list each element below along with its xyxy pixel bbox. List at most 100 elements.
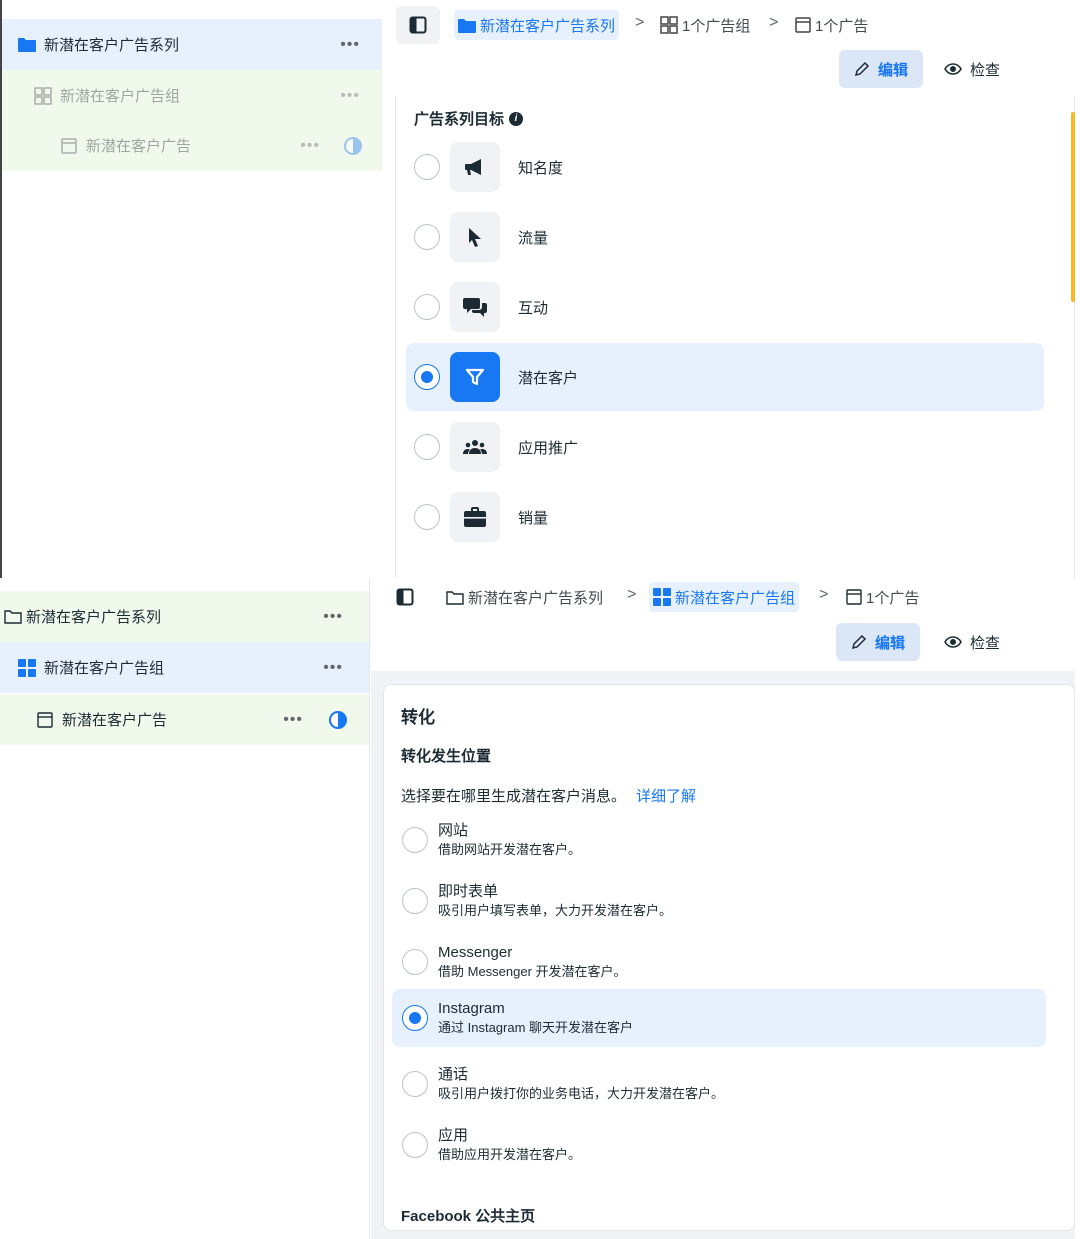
conversion-prompt: 选择要在哪里生成潜在客户消息。 详细了解 bbox=[401, 785, 696, 806]
inspect-button[interactable]: 检查 bbox=[944, 623, 1000, 661]
tree-item-adset[interactable]: 新潜在客户广告组 ••• bbox=[0, 642, 369, 693]
objective-heading: 广告系列目标 i bbox=[414, 108, 524, 129]
tree-item-campaign[interactable]: 新潜在客户广告系列 ••• bbox=[2, 19, 382, 70]
radio-button[interactable] bbox=[402, 1071, 428, 1097]
radio-button[interactable] bbox=[414, 364, 440, 390]
half-circle-status-icon bbox=[329, 710, 347, 729]
objective-option-traffic[interactable]: 流量 bbox=[406, 203, 1044, 271]
option-desc: 通过 Instagram 聊天开发潜在客户 bbox=[438, 1020, 634, 1035]
tree-item-ad[interactable]: 新潜在客户广告 ••• bbox=[0, 694, 369, 745]
scroll-indicator[interactable] bbox=[1071, 112, 1075, 302]
breadcrumb-campaign[interactable]: 新潜在客户广告系列 bbox=[454, 10, 620, 40]
radio-button[interactable] bbox=[414, 434, 440, 460]
option-desc: 借助应用开发潜在客户。 bbox=[438, 1147, 582, 1162]
radio-button[interactable] bbox=[402, 1132, 428, 1158]
more-options-icon[interactable]: ••• bbox=[340, 36, 360, 54]
conversion-card: 转化 转化发生位置 选择要在哪里生成潜在客户消息。 详细了解 网站 借助网站开发潜在… bbox=[383, 684, 1075, 1231]
objective-option-leads[interactable]: 潜在客户 bbox=[406, 343, 1044, 411]
radio-button[interactable] bbox=[402, 827, 428, 853]
chevron-right-icon: > bbox=[635, 14, 645, 31]
more-options-icon[interactable]: ••• bbox=[340, 87, 360, 105]
cursor-icon bbox=[450, 212, 500, 262]
sidebar-toggle-icon bbox=[409, 16, 427, 34]
ad-page-icon bbox=[60, 137, 78, 155]
sidebar-toggle-icon bbox=[396, 588, 414, 606]
structure-sidebar: 新潜在客户广告系列 ••• 新潜在客户广告组 ••• 新潜在客户广告 ••• bbox=[0, 578, 370, 1239]
conversion-option-instagram[interactable]: Instagram 通过 Instagram 聊天开发潜在客户 bbox=[392, 989, 1046, 1047]
chevron-right-icon: > bbox=[769, 14, 779, 31]
breadcrumb-ad[interactable]: 1个广告 bbox=[791, 10, 872, 40]
radio-button[interactable] bbox=[414, 154, 440, 180]
radio-button[interactable] bbox=[402, 1005, 428, 1031]
radio-button[interactable] bbox=[414, 294, 440, 320]
facebook-page-heading: Facebook 公共主页 bbox=[401, 1208, 536, 1225]
objective-option-sales[interactable]: 销量 bbox=[406, 483, 1044, 551]
breadcrumb-adset[interactable]: 新潜在客户广告组 bbox=[649, 582, 800, 612]
breadcrumb-label: 新潜在客户广告组 bbox=[675, 589, 796, 607]
structure-sidebar: 新潜在客户广告系列 ••• 新潜在客户广告组 ••• 新潜在客户广告 ••• bbox=[0, 0, 382, 578]
option-title: 网站 bbox=[438, 822, 469, 839]
top-toolbar: 新潜在客户广告系列 > 新潜在客户广告组 > 1个广告 编辑 检查 bbox=[371, 578, 1075, 678]
pencil-icon bbox=[851, 634, 867, 650]
conversion-option-instant-form[interactable]: 即时表单 吸引用户填写表单，大力开发潜在客户。 bbox=[392, 872, 1046, 930]
objective-label: 应用推广 bbox=[518, 439, 579, 457]
edit-button[interactable]: 编辑 bbox=[836, 623, 920, 661]
option-title: 应用 bbox=[438, 1127, 469, 1144]
objective-label: 潜在客户 bbox=[518, 369, 579, 387]
info-icon[interactable]: i bbox=[509, 111, 524, 126]
pencil-icon bbox=[854, 61, 870, 77]
option-desc: 吸引用户拨打你的业务电话，大力开发潜在客户。 bbox=[438, 1086, 725, 1101]
option-title: 通话 bbox=[438, 1066, 469, 1083]
main-content: 新潜在客户广告系列 > 1个广告组 > 1个广告 编辑 检查 广告系列目标 i … bbox=[383, 0, 1075, 578]
folder-icon bbox=[18, 36, 36, 54]
objective-option-engagement[interactable]: 互动 bbox=[406, 273, 1044, 341]
tree-item-label: 新潜在客户广告系列 bbox=[44, 37, 180, 54]
breadcrumb-label: 1个广告 bbox=[866, 589, 920, 607]
objective-label: 销量 bbox=[518, 509, 549, 527]
more-options-icon[interactable]: ••• bbox=[300, 137, 320, 155]
breadcrumb-campaign[interactable]: 新潜在客户广告系列 bbox=[442, 582, 607, 612]
tree-item-label: 新潜在客户广告组 bbox=[60, 88, 181, 105]
objective-heading-text: 广告系列目标 bbox=[414, 111, 505, 128]
grid-icon bbox=[660, 16, 678, 34]
breadcrumb-adset[interactable]: 1个广告组 bbox=[656, 10, 754, 40]
inspect-button[interactable]: 检查 bbox=[944, 50, 1000, 88]
more-options-icon[interactable]: ••• bbox=[283, 711, 303, 729]
more-options-icon[interactable]: ••• bbox=[323, 659, 343, 677]
breadcrumb-label: 新潜在客户广告系列 bbox=[468, 589, 604, 607]
tree-item-ad[interactable]: 新潜在客户广告 ••• bbox=[2, 120, 382, 171]
radio-button[interactable] bbox=[402, 949, 428, 975]
option-desc: 借助网站开发潜在客户。 bbox=[438, 842, 582, 857]
folder-outline-icon bbox=[446, 590, 464, 605]
tree-item-campaign[interactable]: 新潜在客户广告系列 ••• bbox=[0, 591, 369, 642]
conversion-option-website[interactable]: 网站借助网站开发潜在客户。 bbox=[392, 811, 1046, 869]
objective-label: 流量 bbox=[518, 229, 549, 247]
radio-button[interactable] bbox=[414, 224, 440, 250]
chat-bubbles-icon bbox=[450, 282, 500, 332]
conversion-option-call[interactable]: 通话吸引用户拨打你的业务电话，大力开发潜在客户。 bbox=[392, 1055, 1046, 1113]
sidebar-toggle-button[interactable] bbox=[396, 6, 440, 44]
conversion-option-app[interactable]: 应用借助应用开发潜在客户。 bbox=[392, 1116, 1046, 1174]
option-title: Messenger bbox=[438, 944, 513, 961]
more-options-icon[interactable]: ••• bbox=[323, 608, 343, 626]
edit-button[interactable]: 编辑 bbox=[839, 50, 923, 88]
sidebar-toggle-button[interactable] bbox=[383, 579, 427, 615]
conversion-option-messenger[interactable]: Messenger 借助 Messenger 开发潜在客户。 bbox=[392, 933, 1046, 991]
objective-option-awareness[interactable]: 知名度 bbox=[406, 133, 1044, 201]
breadcrumb-ad[interactable]: 1个广告 bbox=[842, 582, 923, 612]
objective-option-app-promotion[interactable]: 应用推广 bbox=[406, 413, 1044, 481]
tree-item-label: 新潜在客户广告 bbox=[62, 712, 168, 729]
option-desc: 借助 Messenger 开发潜在客户。 bbox=[438, 964, 627, 979]
breadcrumb-label: 新潜在客户广告系列 bbox=[480, 17, 616, 35]
learn-more-link[interactable]: 详细了解 bbox=[636, 788, 696, 805]
people-icon bbox=[450, 422, 500, 472]
top-toolbar: 新潜在客户广告系列 > 1个广告组 > 1个广告 编辑 检查 bbox=[383, 0, 1075, 100]
radio-button[interactable] bbox=[402, 888, 428, 914]
chevron-right-icon: > bbox=[627, 586, 637, 603]
option-title: Instagram bbox=[438, 1000, 505, 1017]
radio-button[interactable] bbox=[414, 504, 440, 530]
breadcrumb-label: 1个广告组 bbox=[682, 17, 751, 35]
objective-label: 知名度 bbox=[518, 159, 564, 177]
tree-item-adset[interactable]: 新潜在客户广告组 ••• bbox=[2, 70, 382, 121]
chevron-right-icon: > bbox=[819, 586, 829, 603]
